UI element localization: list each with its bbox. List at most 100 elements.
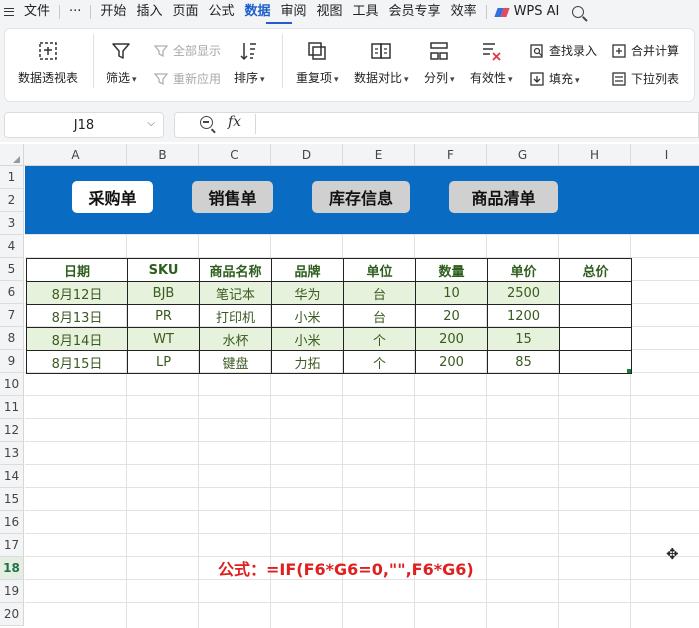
row-header-9[interactable]: 9 [0, 350, 24, 373]
tab-formula[interactable]: 公式 [203, 0, 239, 24]
consolidate-button[interactable]: 合并计算 [612, 42, 679, 59]
tab-home[interactable]: 开始 [95, 0, 131, 24]
cell-quantity[interactable]: 200 [415, 350, 488, 374]
row-header-13[interactable]: 13 [0, 442, 24, 465]
sort-button[interactable]: 排序 [234, 40, 265, 86]
cell-unit-price[interactable]: 2500 [487, 281, 560, 305]
column-header-e[interactable]: E [343, 144, 415, 166]
header-sku[interactable]: SKU [127, 258, 200, 282]
find-entry-button[interactable]: 查找录入 [530, 42, 597, 59]
column-header-i[interactable]: I [631, 144, 699, 166]
cell-quantity[interactable]: 20 [415, 304, 488, 328]
wps-ai-button[interactable]: WPS AI [491, 0, 565, 24]
cell-quantity[interactable]: 200 [415, 327, 488, 351]
select-all-corner[interactable] [0, 144, 24, 166]
pivot-table-button[interactable]: 数据透视表 [18, 40, 78, 86]
tab-insert[interactable]: 插入 [131, 0, 167, 24]
row-header-6[interactable]: 6 [0, 281, 24, 304]
cell-sku[interactable]: WT [127, 327, 200, 351]
filter-button[interactable]: 筛选 [106, 40, 137, 86]
cell-unit[interactable]: 个 [343, 327, 416, 351]
fill-handle[interactable] [627, 369, 631, 373]
cell-unit-price[interactable]: 85 [487, 350, 560, 374]
tab-efficiency[interactable]: 效率 [446, 0, 482, 24]
cell-unit[interactable]: 台 [343, 304, 416, 328]
cell-quantity[interactable]: 10 [415, 281, 488, 305]
menu-file[interactable]: 文件 [19, 0, 55, 24]
search-icon[interactable] [572, 6, 585, 18]
cell-brand[interactable]: 小米 [271, 327, 344, 351]
row-header-16[interactable]: 16 [0, 511, 24, 534]
row-header-12[interactable]: 12 [0, 419, 24, 442]
cell-total-price[interactable] [559, 281, 632, 305]
cell-brand[interactable]: 华为 [271, 281, 344, 305]
cell-date[interactable]: 8月12日 [26, 281, 128, 305]
cell-unit-price[interactable]: 15 [487, 327, 560, 351]
cell-unit[interactable]: 个 [343, 350, 416, 374]
row-header-11[interactable]: 11 [0, 396, 24, 419]
header-brand[interactable]: 品牌 [271, 258, 344, 282]
cell-total-price[interactable] [559, 350, 632, 374]
tab-page[interactable]: 页面 [167, 0, 203, 24]
row-header-10[interactable]: 10 [0, 373, 24, 396]
cell-date[interactable]: 8月15日 [26, 350, 128, 374]
row-header-5[interactable]: 5 [0, 258, 24, 281]
header-unit[interactable]: 单位 [343, 258, 416, 282]
cell-product-name[interactable]: 打印机 [199, 304, 272, 328]
cell-unit-price[interactable]: 1200 [487, 304, 560, 328]
header-quantity[interactable]: 数量 [415, 258, 488, 282]
nav-button-purchase[interactable]: 采购单 [72, 181, 153, 213]
name-box[interactable]: J18 ⌵ [4, 112, 164, 138]
row-header-15[interactable]: 15 [0, 488, 24, 511]
cell-brand[interactable]: 小米 [271, 304, 344, 328]
validity-button[interactable]: 有效性 [470, 40, 513, 86]
reapply-button[interactable]: 重新应用 [153, 70, 221, 87]
cell-total-price[interactable] [559, 327, 632, 351]
cell-total-price[interactable] [559, 304, 632, 328]
cell-product-name[interactable]: 笔记本 [199, 281, 272, 305]
fill-button[interactable]: 填充 [530, 70, 580, 87]
row-header-17[interactable]: 17 [0, 534, 24, 557]
column-header-a[interactable]: A [25, 144, 127, 166]
menu-more[interactable]: ··· [64, 0, 86, 24]
tab-member[interactable]: 会员专享 [384, 0, 446, 24]
header-total-price[interactable]: 总价 [559, 258, 632, 282]
row-header-20[interactable]: 20 [0, 603, 24, 626]
header-product-name[interactable]: 商品名称 [199, 258, 272, 282]
hamburger-icon[interactable] [4, 8, 14, 16]
nav-button-inventory[interactable]: 库存信息 [312, 181, 410, 213]
row-header-1[interactable]: 1 [0, 166, 24, 189]
row-header-8[interactable]: 8 [0, 327, 24, 350]
cell-brand[interactable]: 力拓 [271, 350, 344, 374]
row-header-2[interactable]: 2 [0, 189, 24, 212]
tab-review[interactable]: 审阅 [276, 0, 312, 24]
split-columns-button[interactable]: 分列 [424, 40, 455, 86]
cell-date[interactable]: 8月14日 [26, 327, 128, 351]
row-header-3[interactable]: 3 [0, 212, 24, 235]
tab-tools[interactable]: 工具 [348, 0, 384, 24]
column-header-d[interactable]: D [271, 144, 343, 166]
cell-date[interactable]: 8月13日 [26, 304, 128, 328]
cell-sku[interactable]: BJB [127, 281, 200, 305]
header-date[interactable]: 日期 [26, 258, 128, 282]
chevron-down-icon[interactable]: ⌵ [147, 118, 155, 129]
zoom-out-icon[interactable] [200, 116, 213, 129]
tab-view[interactable]: 视图 [312, 0, 348, 24]
cell-sku[interactable]: PR [127, 304, 200, 328]
function-icon[interactable]: fx [228, 114, 241, 130]
column-header-c[interactable]: C [199, 144, 271, 166]
row-header-4[interactable]: 4 [0, 235, 24, 258]
row-header-18[interactable]: 18 [0, 557, 24, 580]
cell-unit[interactable]: 台 [343, 281, 416, 305]
duplicates-button[interactable]: 重复项 [296, 40, 339, 86]
tab-data[interactable]: 数据 [239, 0, 275, 24]
row-header-14[interactable]: 14 [0, 465, 24, 488]
show-all-button[interactable]: 全部显示 [153, 42, 221, 59]
nav-button-products[interactable]: 商品清单 [449, 181, 558, 213]
cell-product-name[interactable]: 键盘 [199, 350, 272, 374]
row-header-19[interactable]: 19 [0, 580, 24, 603]
column-header-f[interactable]: F [415, 144, 487, 166]
cell-product-name[interactable]: 水杯 [199, 327, 272, 351]
row-header-7[interactable]: 7 [0, 304, 24, 327]
column-header-b[interactable]: B [127, 144, 199, 166]
